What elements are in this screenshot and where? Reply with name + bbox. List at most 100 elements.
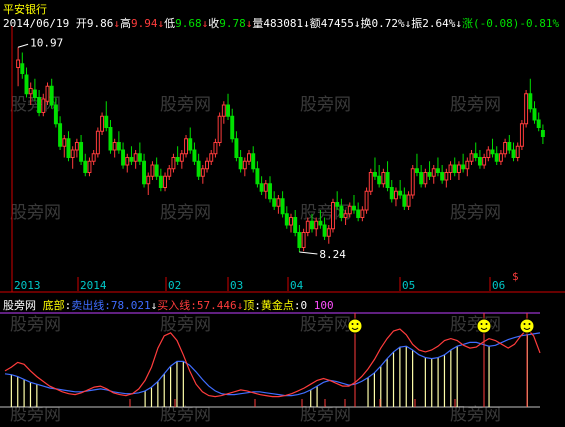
candle-body [326,228,331,237]
candle-body [100,115,105,132]
buy-line [4,328,541,398]
candle-body [171,157,176,170]
candle-body [414,168,419,173]
candle-body [196,160,201,177]
candle-body [448,164,453,173]
candle-body [58,123,63,147]
candle-body [393,190,398,200]
candle-body [24,74,29,95]
candle-body [461,164,466,170]
candle-body [213,142,218,155]
candle-body [410,168,415,196]
candle-body [200,168,205,177]
candle-body [121,149,126,166]
watermark-text: 股旁网 [160,203,211,223]
candle-body [360,209,365,218]
indicator-header: 股旁网 底部:卖出线:78.021↓买入线:57.446↓顶:黄金点:0 100 [3,299,334,312]
candle-body [347,205,352,215]
candle-body [146,175,151,185]
candle-body [125,157,130,166]
candle-body [53,104,58,125]
candle-body [91,153,96,162]
candle-body [456,164,461,173]
candle-body [469,153,474,162]
chart-canvas[interactable]: 股旁网 股旁网 股旁网 股旁网股旁网 股旁网 股旁网 股旁网股旁网 股旁网 股旁网 股旁网股旁网股… [0,0,565,427]
candle-body [179,153,184,162]
candle-body [251,153,256,170]
candle-body [16,59,21,68]
watermark-text: 股旁网 [450,95,501,115]
candle-body [280,198,285,215]
watermark-text: 股旁网 [450,203,501,223]
candle-body [528,93,533,110]
candle-body [116,142,121,151]
candle-body [356,209,361,218]
time-label: 06 [492,279,505,292]
candle-body [494,153,499,162]
candle-body [259,183,264,192]
candle-body [352,205,356,211]
candle-body [486,149,491,158]
candle-body [515,145,520,158]
candle-body [192,149,197,162]
candle-body [381,172,386,185]
watermark-text: 股旁网 [300,315,351,335]
watermark-text: 股旁网 [300,405,351,425]
time-label: 04 [290,279,304,292]
candle-body [83,160,88,173]
candle-body [217,115,222,143]
stock-chart-window: { "stock_name": "平安银行", "info": { "date"… [0,0,565,427]
candle-body [536,119,541,128]
candle-body [28,88,33,95]
bottom-label: 底部 [42,299,65,312]
candle-body [368,172,373,192]
buy-line-value: 57.446 [196,299,237,312]
candle-body [339,205,344,218]
top-label: 顶 [243,299,255,312]
candle-body [427,172,432,177]
smiley-eye [523,323,526,325]
candle-body [234,138,239,158]
time-label: 05 [402,279,415,292]
candle-body [70,149,75,158]
candle-body [175,157,180,162]
smiley-eye [528,323,531,325]
candle-body [263,183,268,192]
watermark-text: 股旁网 [300,95,351,115]
gold-point-value: 0 [300,299,308,312]
candle-body [477,157,482,166]
candle-body [104,115,109,128]
candle-body [167,168,172,177]
watermark-text: 股旁网 [160,315,211,335]
candle-body [511,149,516,158]
candle-body [322,224,327,237]
time-axis: 2013 2014 02 03 04 05 06 [11,277,505,292]
candle-body [45,85,50,102]
watermark-layer: 股旁网 股旁网 股旁网 股旁网股旁网 股旁网 股旁网 股旁网股旁网 股旁网 股旁网 股旁网股旁网股… [10,95,501,425]
candle-body [74,142,79,151]
smiley-eye [485,323,488,325]
watermark-text: 股旁网 [10,315,61,335]
candle-body [20,63,25,74]
candle-body [289,217,293,226]
min-price-leader [299,251,318,255]
candle-body [406,194,411,207]
candle-body [419,172,424,185]
candle-body [268,183,272,200]
watermark-text: 股旁网 [450,315,501,335]
gold-point-label: 黄金点 [260,299,294,312]
candle-body [532,108,537,121]
candle-body [305,220,310,233]
candle-body [184,138,189,155]
candle-body [133,153,138,162]
smiley-eye [356,323,359,325]
candle-body [377,175,382,185]
buy-line-label: 买入线 [157,299,191,312]
candle-body [482,157,487,166]
candle-body [209,153,214,162]
candle-body [431,168,436,177]
min-price-label: 8.24 [319,248,346,261]
candle-body [335,202,340,207]
candle-body [389,187,394,200]
candle-body [129,157,134,162]
